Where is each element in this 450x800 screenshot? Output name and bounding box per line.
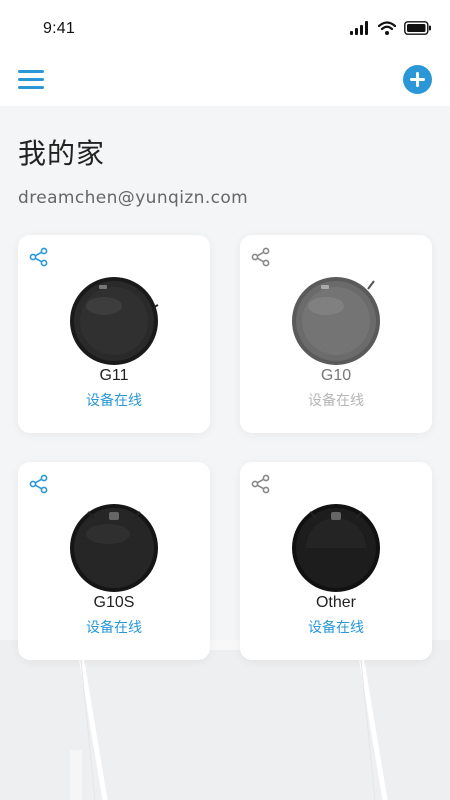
status-bar: 9:41 xyxy=(0,0,450,58)
device-card-g11[interactable]: G11 设备在线 xyxy=(18,235,210,433)
device-card-g10[interactable]: G10 设备在线 xyxy=(240,235,432,433)
cellular-signal-icon xyxy=(350,21,368,35)
hamburger-menu-icon[interactable] xyxy=(18,68,44,92)
account-email: dreamchen@yunqizn.com xyxy=(18,188,249,208)
wifi-icon xyxy=(378,21,396,35)
device-status: 设备在线 xyxy=(86,393,142,409)
device-name: G10 xyxy=(320,367,352,384)
status-time: 9:41 xyxy=(43,20,75,37)
share-icon[interactable] xyxy=(29,474,49,494)
share-icon[interactable] xyxy=(251,247,271,267)
device-name: G10S xyxy=(93,594,135,611)
device-card-other[interactable]: Other 设备在线 xyxy=(240,462,432,660)
top-app-bar xyxy=(0,58,450,106)
robot-vacuum-image xyxy=(292,277,380,365)
device-name: Other xyxy=(315,594,356,611)
device-status: 设备在线 xyxy=(308,393,364,409)
robot-vacuum-image xyxy=(70,504,158,592)
share-icon[interactable] xyxy=(29,247,49,267)
background-table-image xyxy=(0,640,450,800)
share-icon[interactable] xyxy=(251,474,271,494)
add-device-button[interactable] xyxy=(403,65,432,94)
page-title: 我的家 xyxy=(18,137,106,170)
status-icons xyxy=(350,18,432,38)
robot-vacuum-image xyxy=(292,504,380,592)
device-card-g10s[interactable]: G10S 设备在线 xyxy=(18,462,210,660)
device-status: 设备在线 xyxy=(86,620,142,636)
device-name: G11 xyxy=(99,367,129,384)
device-status: 设备在线 xyxy=(308,620,364,636)
battery-icon xyxy=(404,21,431,35)
robot-vacuum-image xyxy=(70,277,159,365)
